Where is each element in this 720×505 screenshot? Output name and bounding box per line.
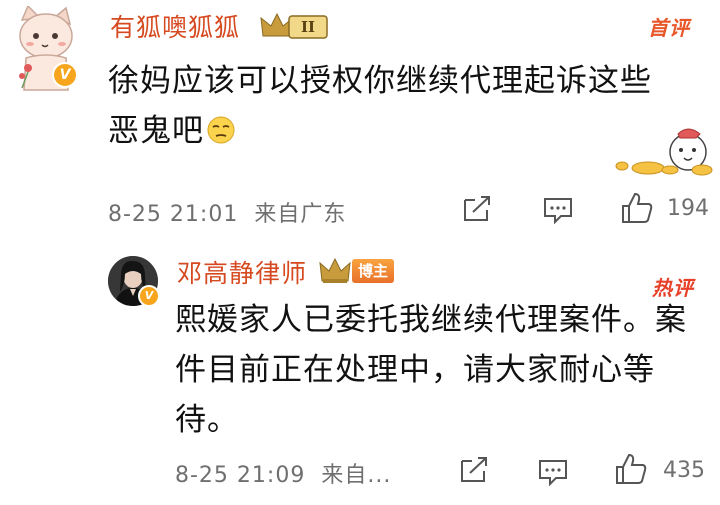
comment-time: 8-25 21:01 (108, 202, 239, 227)
level-badge-label: II (301, 18, 315, 36)
crown-icon (319, 257, 351, 283)
comment-icon[interactable] (538, 458, 568, 486)
reply-time: 8-25 21:09 (175, 463, 306, 488)
reply-source: 来自... (321, 463, 392, 488)
comment-text: 徐妈应该可以授权你继续代理起诉这些恶鬼吧 (108, 56, 668, 156)
reply-text: 熙媛家人已委托我继续代理案件。案件目前正在处理中，请大家耐心等待。 (175, 302, 687, 438)
comment-icon[interactable] (543, 196, 573, 224)
comment-source: 来自广东 (254, 202, 347, 227)
level-crown-icon: II (260, 12, 328, 39)
verified-badge: V (52, 62, 78, 88)
share-icon[interactable] (458, 455, 490, 485)
like-count: 194 (667, 196, 709, 221)
reply-meta: 8-25 21:09 来自... (175, 457, 391, 489)
comment-text-body: 徐妈应该可以授权你继续代理起诉这些恶鬼吧 (108, 63, 652, 149)
comment-meta: 8-25 21:01 来自广东 (108, 196, 346, 228)
like-count: 435 (663, 458, 705, 483)
like-icon[interactable] (615, 453, 647, 485)
author-badge: 博主 (352, 259, 394, 283)
first-comment-tag: 首评 (648, 16, 690, 40)
pensive-emoji-icon (207, 116, 235, 144)
comment-username[interactable]: 有狐噢狐狐 (110, 8, 240, 44)
like-icon[interactable] (621, 192, 653, 224)
reply-username[interactable]: 邓高静律师 (177, 254, 307, 290)
money-sticker-icon (615, 128, 713, 176)
share-icon[interactable] (461, 194, 493, 224)
verified-badge: V (138, 285, 160, 307)
